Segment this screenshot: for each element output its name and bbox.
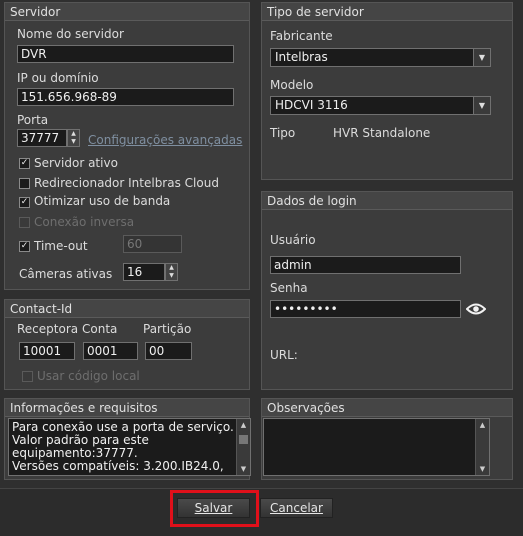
nome-servidor-label: Nome do servidor: [17, 27, 124, 41]
salvar-button[interactable]: Salvar: [177, 498, 250, 518]
usuario-label: Usuário: [270, 233, 316, 247]
conexao-inversa-checkbox: [19, 217, 30, 228]
config-avancadas-link[interactable]: Configurações avançadas: [88, 133, 242, 147]
url-label: URL:: [270, 348, 298, 362]
fabricante-value: Intelbras: [275, 50, 328, 64]
otimizar-checkbox[interactable]: ✓: [19, 197, 30, 208]
modelo-label: Modelo: [270, 78, 314, 92]
senha-input[interactable]: •••••••••: [270, 300, 461, 318]
contact-id-title: Contact-Id: [5, 300, 249, 318]
contact-id-panel: Contact-Id Receptora Conta Partição 1000…: [4, 299, 250, 390]
scroll-up-icon[interactable]: ▲: [476, 419, 489, 431]
servidor-ativo-checkbox[interactable]: ✓: [19, 158, 30, 169]
spin-down-icon[interactable]: ▼: [68, 138, 79, 146]
cameras-ativas-input[interactable]: 16: [123, 263, 165, 281]
timeout-input: 60: [123, 235, 182, 253]
porta-input[interactable]: 37777: [17, 129, 67, 147]
cancelar-button[interactable]: Cancelar: [260, 498, 333, 518]
receptora-input[interactable]: 10001: [19, 342, 75, 360]
tipo-value: HVR Standalone: [333, 126, 431, 140]
scroll-thumb[interactable]: [239, 435, 248, 444]
info-panel: Informações e requisitos Para conexão us…: [4, 398, 251, 480]
info-scrollbar[interactable]: ▲ ▼: [236, 419, 250, 475]
timeout-checkbox[interactable]: ✓: [19, 241, 30, 252]
cancelar-label: Cancelar: [270, 501, 323, 515]
redirecionador-label: Redirecionador Intelbras Cloud: [34, 176, 219, 190]
observacoes-scrollbar[interactable]: ▲ ▼: [475, 419, 489, 475]
servidor-title: Servidor: [5, 3, 249, 21]
receptora-label: Receptora: [17, 322, 79, 336]
observacoes-panel: Observações ▲ ▼: [261, 398, 513, 480]
senha-label: Senha: [270, 281, 308, 295]
info-textarea[interactable]: Para conexão use a porta de serviço. Val…: [8, 418, 251, 476]
particao-input[interactable]: 00: [145, 342, 192, 360]
conta-label: Conta: [82, 322, 118, 336]
chevron-down-icon[interactable]: ▼: [473, 97, 490, 114]
tipo-label: Tipo: [270, 126, 296, 140]
fabricante-label: Fabricante: [270, 29, 333, 43]
redirecionador-checkbox[interactable]: [19, 178, 30, 189]
servidor-panel: Servidor Nome do servidor DVR IP ou domí…: [4, 2, 250, 290]
info-title: Informações e requisitos: [5, 399, 249, 417]
chevron-down-icon[interactable]: ▼: [473, 49, 490, 66]
spin-up-icon[interactable]: ▲: [166, 264, 177, 272]
cameras-spinner[interactable]: ▲ ▼: [165, 263, 178, 281]
spin-down-icon[interactable]: ▼: [166, 272, 177, 280]
observacoes-title: Observações: [262, 399, 512, 417]
fabricante-select[interactable]: Intelbras ▼: [270, 48, 491, 67]
conta-input[interactable]: 0001: [83, 342, 138, 360]
spin-up-icon[interactable]: ▲: [68, 130, 79, 138]
nome-servidor-input[interactable]: DVR: [17, 45, 234, 63]
modelo-value: HDCVI 3116: [275, 98, 348, 112]
eye-icon[interactable]: [466, 302, 486, 316]
conexao-inversa-label: Conexão inversa: [34, 215, 135, 229]
scroll-down-icon[interactable]: ▼: [476, 463, 489, 475]
scroll-down-icon[interactable]: ▼: [237, 463, 250, 475]
login-panel: Dados de login Usuário admin Senha •••••…: [261, 191, 513, 390]
tipo-servidor-panel: Tipo de servidor Fabricante Intelbras ▼ …: [261, 2, 513, 180]
info-line: Versões compatíveis: 3.200.IB24.0,: [12, 459, 224, 473]
porta-spinner[interactable]: ▲ ▼: [67, 129, 80, 147]
particao-label: Partição: [143, 322, 192, 336]
usar-codigo-checkbox: [22, 371, 33, 382]
otimizar-label: Otimizar uso de banda: [34, 194, 171, 208]
login-title: Dados de login: [262, 192, 512, 210]
observacoes-textarea[interactable]: ▲ ▼: [263, 418, 490, 476]
modelo-select[interactable]: HDCVI 3116 ▼: [270, 96, 491, 115]
cameras-ativas-label: Câmeras ativas: [19, 267, 113, 281]
servidor-ativo-label: Servidor ativo: [34, 156, 118, 170]
scroll-up-icon[interactable]: ▲: [237, 419, 250, 431]
salvar-label: Salvar: [194, 501, 233, 515]
timeout-label: Time-out: [34, 239, 88, 253]
tipo-servidor-title: Tipo de servidor: [262, 3, 512, 21]
ip-input[interactable]: 151.656.968-89: [17, 88, 234, 106]
usuario-input[interactable]: admin: [270, 256, 461, 274]
usar-codigo-label: Usar código local: [37, 369, 140, 383]
porta-label: Porta: [17, 113, 49, 127]
ip-label: IP ou domínio: [17, 71, 99, 85]
